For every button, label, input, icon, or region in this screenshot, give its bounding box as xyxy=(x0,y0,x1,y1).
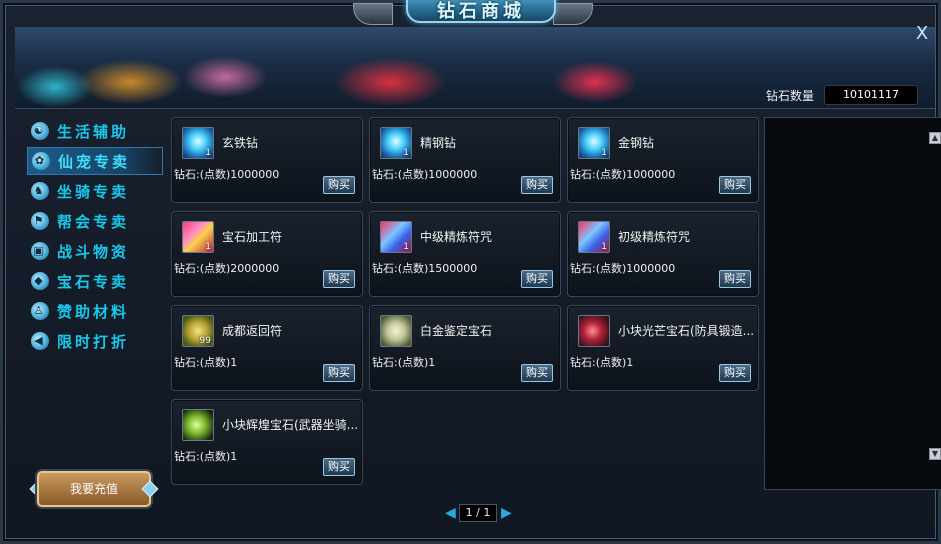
item-name: 成都返回符 xyxy=(222,324,283,338)
guild-icon: ⚑ xyxy=(31,212,49,230)
item-count: 1 xyxy=(403,242,409,252)
product-card[interactable]: 小块辉煌宝石(武器坐骑... 钻石:(点数)1 购买 xyxy=(171,399,363,485)
product-card[interactable]: 1 玄铁钻钻石:(点数)1000000 购买 xyxy=(171,117,363,203)
sidebar-item-6[interactable]: ♙ 赞助材料 xyxy=(27,297,163,325)
product-card[interactable]: 小块光芒宝石(防具锻造... 钻石:(点数)1 购买 xyxy=(567,305,759,391)
item-name: 宝石加工符 xyxy=(222,230,283,244)
buy-button[interactable]: 购买 xyxy=(323,270,355,288)
item-name: 玄铁钻 xyxy=(222,136,259,150)
item-name: 小块辉煌宝石(武器坐骑... xyxy=(222,418,359,432)
diamond-balance: 钻石数量 10101117 xyxy=(766,85,919,105)
page-indicator: 1 / 1 xyxy=(459,504,497,522)
item-icon[interactable] xyxy=(578,315,610,347)
buy-button[interactable]: 购买 xyxy=(521,176,553,194)
next-page-icon[interactable]: ▶ xyxy=(501,505,512,521)
item-price: 钻石:(点数)1000000 xyxy=(372,168,478,181)
sidebar-item-2[interactable]: ♞ 坐骑专卖 xyxy=(27,177,163,205)
item-price: 钻石:(点数)1000000 xyxy=(570,262,676,275)
scroll-down-icon[interactable]: ▼ xyxy=(929,448,941,460)
life-icon: ☯ xyxy=(31,122,49,140)
item-icon[interactable] xyxy=(380,315,412,347)
item-icon[interactable]: 1 xyxy=(380,127,412,159)
sponsor-icon: ♙ xyxy=(31,302,49,320)
product-card[interactable]: 白金鉴定宝石钻石:(点数)1 购买 xyxy=(369,305,561,391)
buy-button[interactable]: 购买 xyxy=(719,270,751,288)
window-title: 钻石商城 xyxy=(406,0,556,23)
sidebar-item-label: 仙宠专卖 xyxy=(58,152,131,171)
item-price: 钻石:(点数)1500000 xyxy=(372,262,478,275)
item-icon[interactable]: 1 xyxy=(578,221,610,253)
item-name: 金钢钻 xyxy=(618,136,655,150)
scroll-up-icon[interactable]: ▲ xyxy=(929,132,941,144)
product-card[interactable]: 1 宝石加工符钻石:(点数)2000000 购买 xyxy=(171,211,363,297)
buy-button[interactable]: 购买 xyxy=(521,364,553,382)
item-price: 钻石:(点数)1 xyxy=(372,356,436,369)
sidebar-item-label: 赞助材料 xyxy=(57,302,130,321)
item-price: 钻石:(点数)1000000 xyxy=(570,168,676,181)
item-icon[interactable]: 1 xyxy=(380,221,412,253)
megaphone-icon: ◀ xyxy=(31,332,49,350)
product-card[interactable]: 1 初级精炼符咒钻石:(点数)1000000 购买 xyxy=(567,211,759,297)
sidebar-item-0[interactable]: ☯ 生活辅助 xyxy=(27,117,163,145)
buy-button[interactable]: 购买 xyxy=(719,176,751,194)
product-card[interactable]: 99 成都返回符钻石:(点数)1 购买 xyxy=(171,305,363,391)
sidebar-item-3[interactable]: ⚑ 帮会专卖 xyxy=(27,207,163,235)
mount-icon: ♞ xyxy=(31,182,49,200)
sidebar-item-label: 坐骑专卖 xyxy=(57,182,130,201)
shop-window: 钻石商城 X 钻石数量 10101117 ☯ 生活辅助 ✿ 仙宠专卖 ♞ 坐骑专卖 ⚑ 帮会专… xyxy=(0,0,941,544)
sidebar-item-1[interactable]: ✿ 仙宠专卖 xyxy=(27,147,163,175)
item-detail-panel: ▲ ▼ xyxy=(764,117,941,490)
item-icon[interactable]: 99 xyxy=(182,315,214,347)
product-card[interactable]: 1 金钢钻钻石:(点数)1000000 购买 xyxy=(567,117,759,203)
pet-paw-icon: ✿ xyxy=(32,152,50,170)
item-count: 1 xyxy=(205,242,211,252)
item-price: 钻石:(点数)1 xyxy=(174,450,238,463)
item-price: 钻石:(点数)1 xyxy=(174,356,238,369)
sidebar-item-label: 帮会专卖 xyxy=(57,212,130,231)
gem-icon: ◆ xyxy=(31,272,49,290)
item-count: 1 xyxy=(601,148,607,158)
title-ornament-right xyxy=(553,3,593,25)
balance-value: 10101117 xyxy=(824,85,919,105)
product-grid: 1 玄铁钻钻石:(点数)1000000 购买 1 精钢钻钻石:(点数)1000000 购买… xyxy=(171,117,763,493)
sidebar-item-7[interactable]: ◀ 限时打折 xyxy=(27,327,163,355)
product-card[interactable]: 1 中级精炼符咒钻石:(点数)1500000 购买 xyxy=(369,211,561,297)
pagination: ◀ 1 / 1 ▶ xyxy=(445,504,512,522)
category-sidebar: ☯ 生活辅助 ✿ 仙宠专卖 ♞ 坐骑专卖 ⚑ 帮会专卖 ▣ 战斗物资 ◆ 宝石专卖 ♙ 赞助材料 ◀ 限时打折 xyxy=(27,117,163,357)
sidebar-item-label: 宝石专卖 xyxy=(57,272,130,291)
recharge-button[interactable]: 我要充值 xyxy=(37,471,151,507)
item-count: 99 xyxy=(199,336,211,346)
sidebar-item-label: 限时打折 xyxy=(57,332,130,351)
buy-button[interactable]: 购买 xyxy=(521,270,553,288)
item-name: 精钢钻 xyxy=(420,136,457,150)
item-icon[interactable]: 1 xyxy=(182,221,214,253)
balance-label: 钻石数量 xyxy=(766,88,815,103)
prev-page-icon[interactable]: ◀ xyxy=(445,505,456,521)
battle-supply-icon: ▣ xyxy=(31,242,49,260)
item-price: 钻石:(点数)1 xyxy=(570,356,634,369)
item-count: 1 xyxy=(601,242,607,252)
item-price: 钻石:(点数)1000000 xyxy=(174,168,280,181)
sidebar-item-label: 战斗物资 xyxy=(57,242,130,261)
product-card[interactable]: 1 精钢钻钻石:(点数)1000000 购买 xyxy=(369,117,561,203)
item-icon[interactable]: 1 xyxy=(182,127,214,159)
sidebar-item-5[interactable]: ◆ 宝石专卖 xyxy=(27,267,163,295)
item-name: 中级精炼符咒 xyxy=(420,230,493,244)
title-ornament-left xyxy=(353,3,393,25)
buy-button[interactable]: 购买 xyxy=(323,364,355,382)
item-name: 小块光芒宝石(防具锻造... xyxy=(618,324,755,338)
item-price: 钻石:(点数)2000000 xyxy=(174,262,280,275)
close-icon[interactable]: X xyxy=(913,25,931,43)
item-name: 初级精炼符咒 xyxy=(618,230,691,244)
item-count: 1 xyxy=(403,148,409,158)
buy-button[interactable]: 购买 xyxy=(323,176,355,194)
item-count: 1 xyxy=(205,148,211,158)
sidebar-item-label: 生活辅助 xyxy=(57,122,130,141)
item-icon[interactable]: 1 xyxy=(578,127,610,159)
sidebar-item-4[interactable]: ▣ 战斗物资 xyxy=(27,237,163,265)
buy-button[interactable]: 购买 xyxy=(719,364,751,382)
item-icon[interactable] xyxy=(182,409,214,441)
buy-button[interactable]: 购买 xyxy=(323,458,355,476)
item-name: 白金鉴定宝石 xyxy=(420,324,493,338)
